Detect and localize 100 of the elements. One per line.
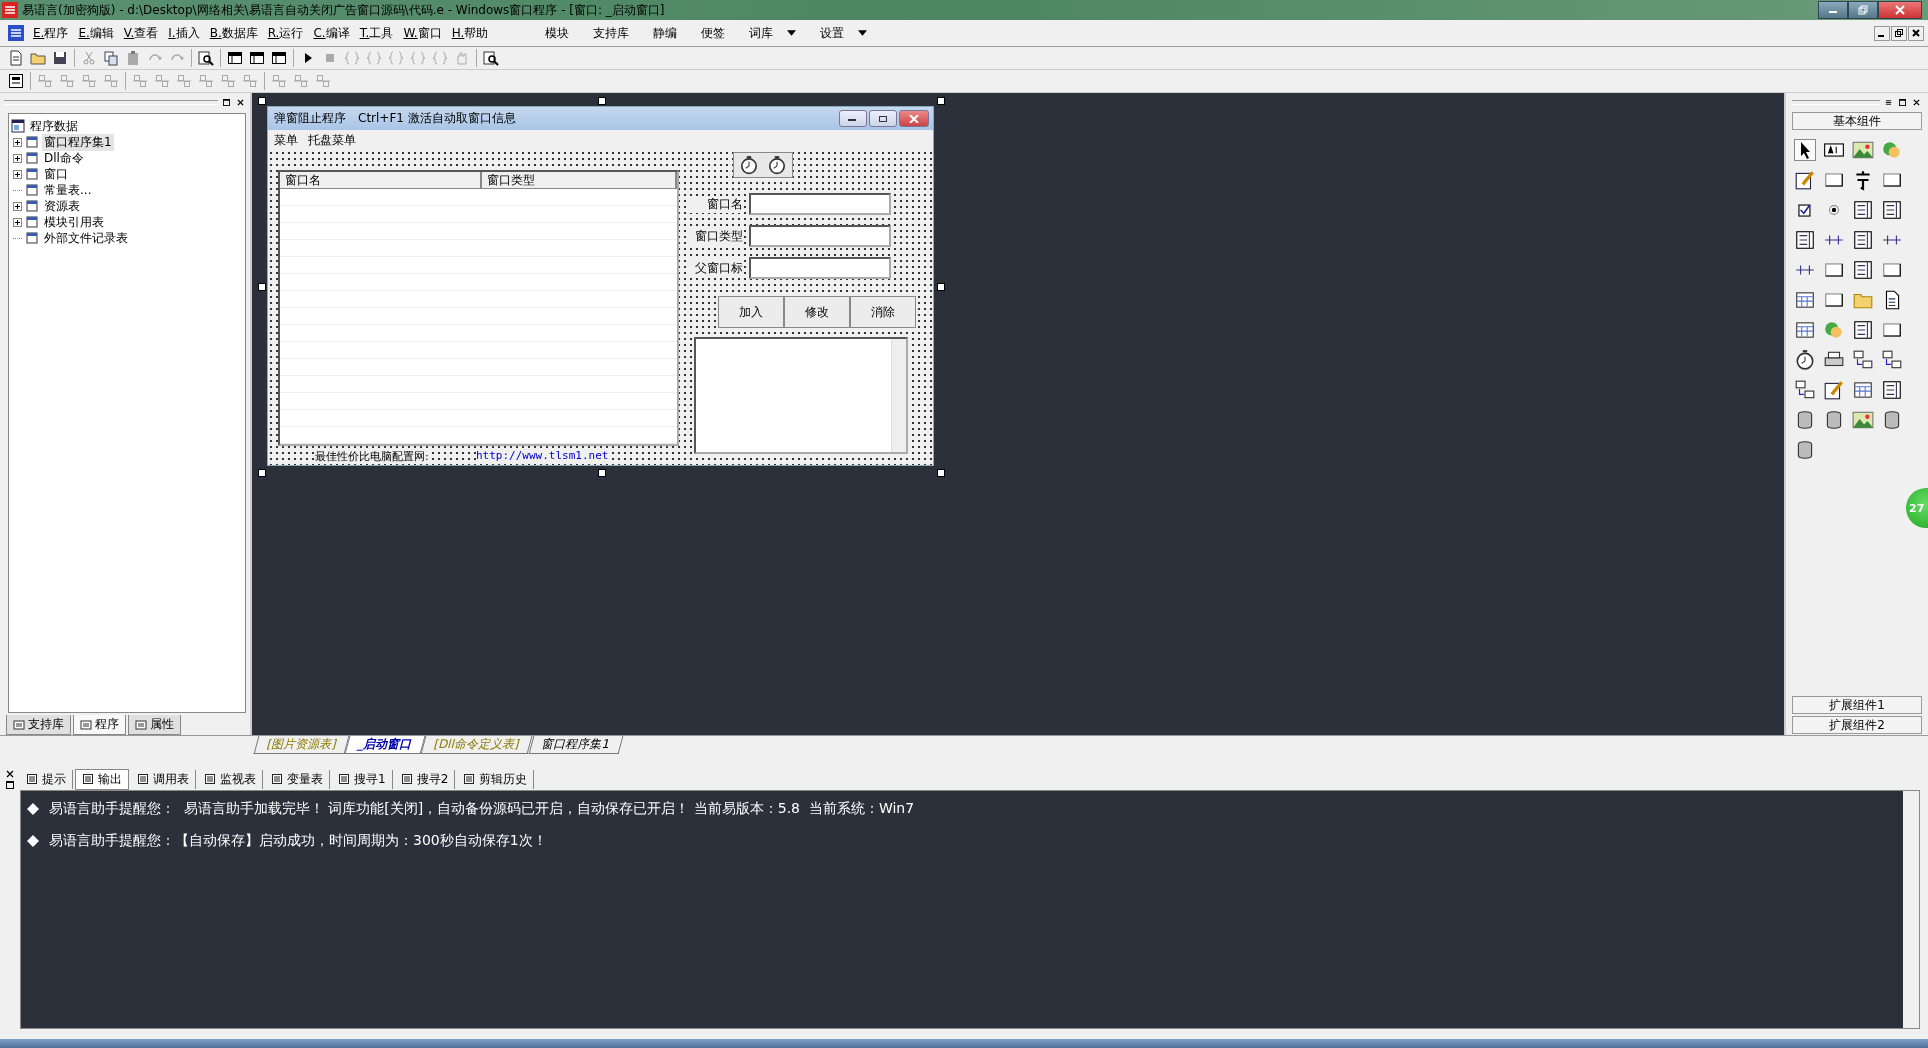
menu-item[interactable]: 静编 xyxy=(641,24,690,42)
scrollbar[interactable] xyxy=(891,339,906,452)
menu-item[interactable]: 模块 xyxy=(533,24,582,42)
column-header[interactable]: 窗口类型 xyxy=(482,172,677,188)
expand-icon[interactable] xyxy=(13,169,22,179)
text-field[interactable] xyxy=(749,193,891,215)
form-menu-item[interactable]: 托盘菜单 xyxy=(308,131,356,149)
expand-icon[interactable] xyxy=(13,153,22,163)
document-tab[interactable]: 窗口程序集1 xyxy=(528,736,623,754)
table-icon[interactable] xyxy=(1852,379,1874,401)
stopwatch-icon[interactable] xyxy=(1794,349,1816,371)
resize-handle[interactable] xyxy=(258,469,266,477)
output-tab[interactable]: 搜寻2 xyxy=(394,769,456,789)
layout-icon[interactable] xyxy=(271,50,287,66)
binoculars-icon[interactable] xyxy=(483,50,499,66)
tree-item[interactable]: Dll命令 xyxy=(42,149,86,167)
layout-icon[interactable] xyxy=(249,50,265,66)
tree-item[interactable]: 外部文件记录表 xyxy=(42,229,130,247)
close-button[interactable] xyxy=(1908,25,1924,41)
open-folder-icon[interactable] xyxy=(30,50,46,66)
resize-handle[interactable] xyxy=(258,283,266,291)
close-icon[interactable] xyxy=(6,770,14,778)
edit-icon[interactable] xyxy=(1794,169,1816,191)
calendar-icon[interactable] xyxy=(1794,289,1816,311)
output-tab[interactable]: 输出 xyxy=(75,768,129,790)
menu-item[interactable]: 支持库 xyxy=(581,24,642,42)
copy-icon[interactable] xyxy=(103,50,119,66)
panel-tab[interactable]: 程序 xyxy=(73,715,126,735)
menu-item[interactable]: B.数据库 xyxy=(204,24,263,42)
tree-item[interactable]: 资源表 xyxy=(42,197,82,215)
palette-group-button[interactable]: 基本组件 xyxy=(1792,112,1922,130)
output-tab[interactable]: 调用表 xyxy=(131,769,196,789)
resize-handle[interactable] xyxy=(937,97,945,105)
scrollbar[interactable] xyxy=(1903,791,1919,1028)
expand-icon[interactable] xyxy=(13,137,22,147)
form-button[interactable]: 修改 xyxy=(784,296,850,328)
menu-item[interactable]: 便签 xyxy=(689,24,738,42)
panel-tab[interactable]: 属性 xyxy=(128,715,181,735)
layout-icon[interactable] xyxy=(227,50,243,66)
grid-icon[interactable] xyxy=(8,73,24,89)
panel-tab[interactable]: 支持库 xyxy=(6,715,71,735)
document-tab[interactable]: [Dll命令定义表] xyxy=(420,736,534,754)
form-button[interactable]: 加入 xyxy=(718,296,784,328)
output-tab[interactable]: 监视表 xyxy=(198,769,263,789)
form-button[interactable]: 消除 xyxy=(850,296,916,328)
document-tab[interactable]: [图片资源表] xyxy=(253,736,350,754)
minimize-button[interactable] xyxy=(1874,25,1890,41)
palette-icon[interactable] xyxy=(1794,319,1816,341)
menu-item[interactable]: C.编译 xyxy=(308,24,355,42)
float-button[interactable] xyxy=(220,96,232,108)
output-tab[interactable]: 变量表 xyxy=(265,769,330,789)
resize-handle[interactable] xyxy=(597,469,606,477)
close-button[interactable] xyxy=(1878,1,1922,19)
document-tab[interactable]: _启动窗口 xyxy=(344,736,426,754)
list-view[interactable]: 窗口名 窗口类型 xyxy=(278,170,679,446)
output-tab[interactable]: 搜寻1 xyxy=(332,769,393,789)
menu-item[interactable]: R.运行 xyxy=(262,24,309,42)
resize-handle[interactable] xyxy=(937,283,945,291)
menu-item[interactable]: I.插入 xyxy=(163,24,205,42)
output-tab[interactable]: 提示 xyxy=(20,769,73,789)
palette-group-button[interactable]: 扩展组件1 xyxy=(1792,696,1922,714)
menu-item[interactable]: V.查看 xyxy=(118,24,164,42)
menu-item[interactable]: 词库 xyxy=(737,24,809,42)
output-tab[interactable]: 剪辑历史 xyxy=(457,769,535,789)
preview-icon[interactable] xyxy=(198,50,214,66)
list-icon[interactable] xyxy=(1794,229,1816,251)
menu-item[interactable]: T.工具 xyxy=(354,24,399,42)
text-field[interactable] xyxy=(749,257,891,279)
save-icon[interactable] xyxy=(52,50,68,66)
restore-button[interactable] xyxy=(1848,1,1878,19)
tree-item[interactable]: 窗口程序集1 xyxy=(42,133,114,151)
maximize-button[interactable] xyxy=(869,110,897,127)
expand-icon[interactable] xyxy=(13,201,22,211)
paste-icon[interactable] xyxy=(125,50,141,66)
tree-item[interactable]: 程序数据 xyxy=(28,117,80,135)
footer-link[interactable]: http://www.tlsm1.net xyxy=(476,449,609,462)
float-icon[interactable] xyxy=(6,781,14,789)
minimize-button[interactable] xyxy=(839,110,867,127)
list-icon[interactable] xyxy=(1881,379,1903,401)
menu-item[interactable]: 设置 xyxy=(808,24,880,42)
list-icon[interactable] xyxy=(1881,199,1903,221)
minimize-button[interactable] xyxy=(1818,1,1848,19)
palette-group-button[interactable]: 扩展组件2 xyxy=(1792,716,1922,734)
menu-item[interactable]: H.帮助 xyxy=(446,24,494,42)
shape-icon[interactable] xyxy=(1881,139,1903,161)
computer-icon[interactable] xyxy=(1794,379,1816,401)
expand-icon[interactable] xyxy=(13,217,22,227)
float-button[interactable] xyxy=(1896,96,1908,108)
text-field[interactable] xyxy=(749,225,891,247)
menu-item[interactable]: E.程序 xyxy=(28,24,74,42)
tree-item[interactable]: 常量表... xyxy=(42,181,94,199)
list-icon[interactable] xyxy=(1852,199,1874,221)
tree-item[interactable]: 模块引用表 xyxy=(42,213,106,231)
resize-handle[interactable] xyxy=(597,97,606,105)
restore-button[interactable] xyxy=(1891,25,1907,41)
pointer-icon[interactable] xyxy=(1794,139,1816,161)
tree-item[interactable]: 窗口 xyxy=(42,165,70,183)
column-header[interactable]: 窗口名 xyxy=(280,172,482,188)
resize-handle[interactable] xyxy=(258,97,266,105)
picture-icon[interactable] xyxy=(1852,139,1874,161)
